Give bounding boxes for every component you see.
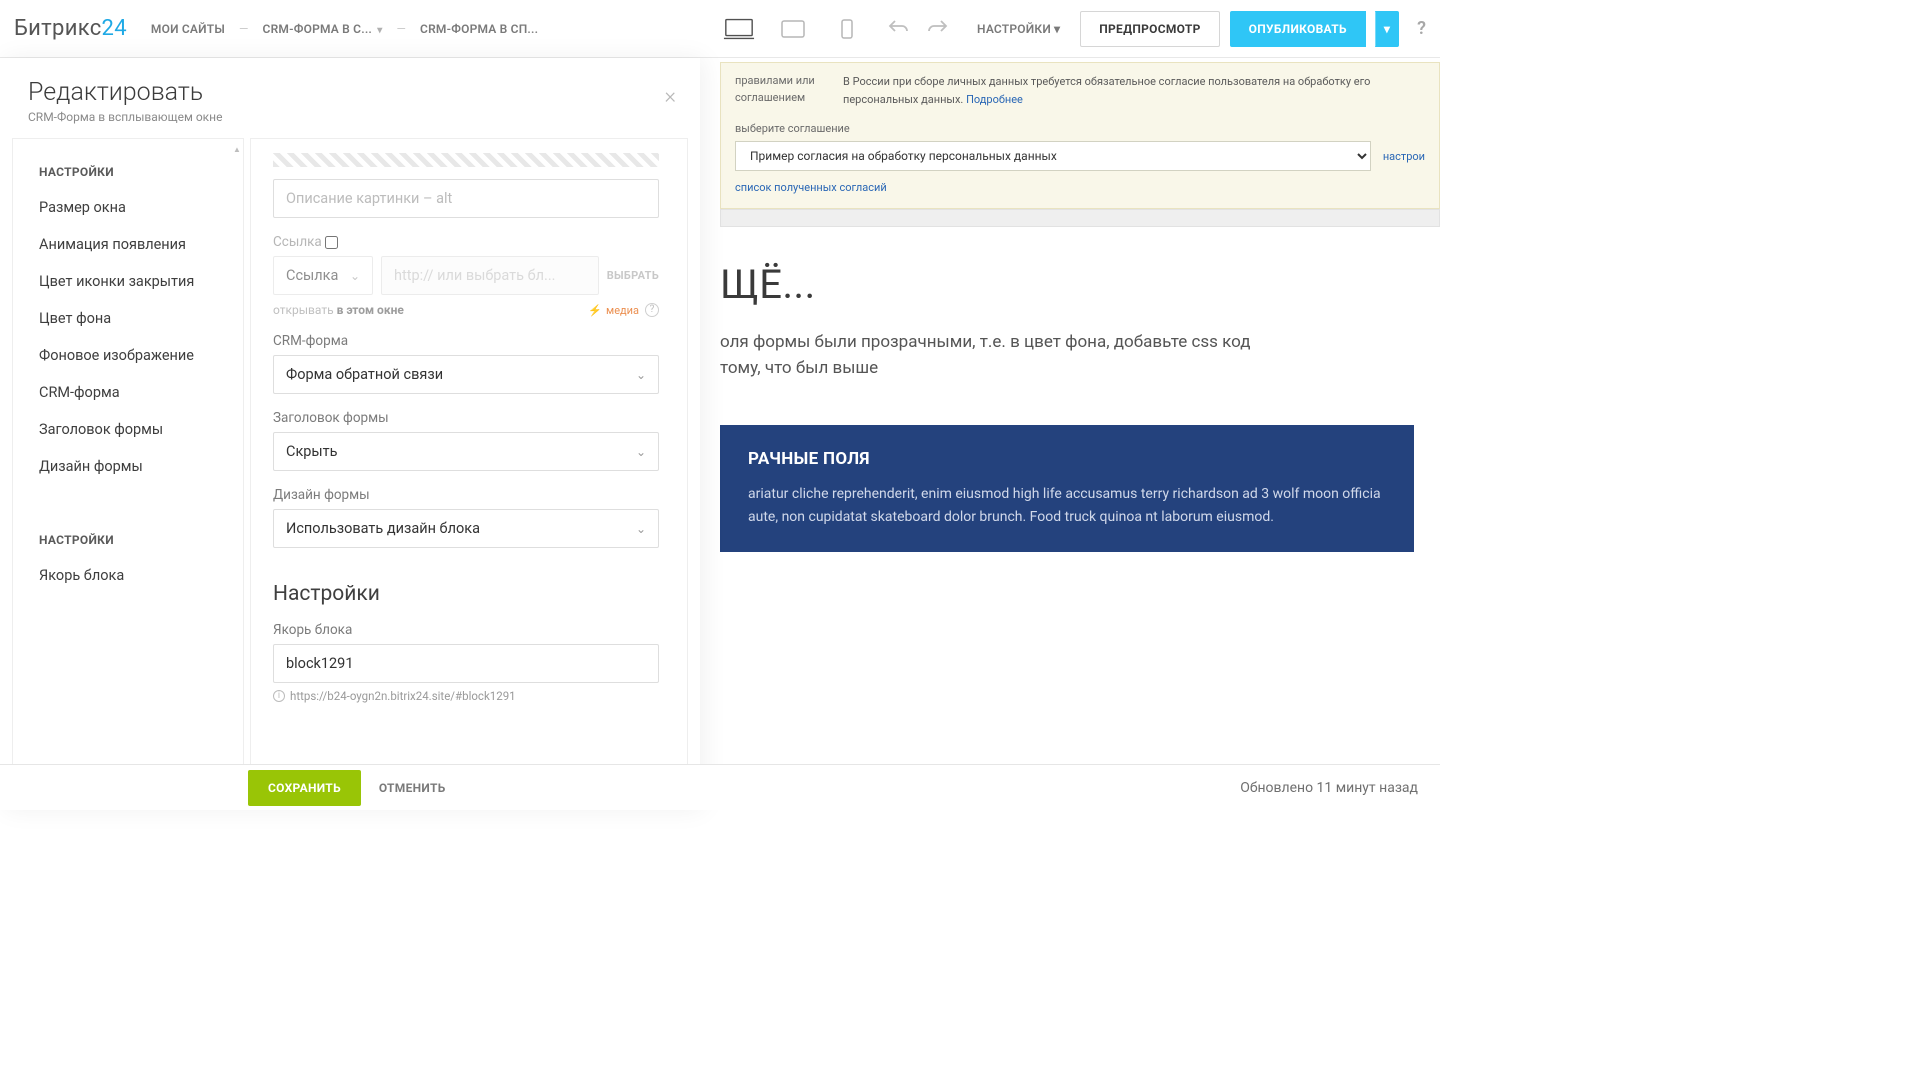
sidemenu-item-formdesign[interactable]: Дизайн формы: [13, 448, 241, 485]
agreement-box: правилами или соглашением В России при с…: [720, 62, 1440, 209]
anchor-input[interactable]: [273, 644, 659, 683]
preview-extra-box: [720, 209, 1440, 227]
preview-button[interactable]: ПРЕДПРОСМОТР: [1080, 11, 1219, 47]
sidemenu-item-bgimage[interactable]: Фоновое изображение: [13, 337, 241, 374]
help-icon[interactable]: ?: [645, 303, 659, 317]
link-checkbox[interactable]: [325, 236, 338, 249]
link-label: Ссылка: [273, 234, 659, 250]
crumb-sep: —: [231, 22, 257, 36]
form-title-select[interactable]: Скрыть⌄: [273, 432, 659, 471]
agreement-select[interactable]: Пример согласия на обработку персональны…: [735, 141, 1371, 171]
save-button[interactable]: СОХРАНИТЬ: [248, 770, 361, 806]
updated-label: Обновлено 11 минут назад: [1240, 780, 1418, 796]
sidemenu-item-windowsize[interactable]: Размер окна: [13, 189, 241, 226]
crumb-sep: —: [388, 22, 414, 36]
link-type-select[interactable]: Ссылка⌄: [273, 256, 373, 295]
agreement-note: В России при сборе личных данных требует…: [843, 73, 1425, 108]
panel-subtitle: CRM-Форма в всплывающем окне: [28, 110, 668, 124]
device-mobile-icon[interactable]: [831, 17, 863, 41]
chevron-down-icon: ⌄: [636, 445, 646, 459]
panel-sidemenu: ▲▼ НАСТРОЙКИ Размер окна Анимация появле…: [12, 138, 244, 810]
panel-form: Ссылка Ссылка⌄ ВЫБРАТЬ открывать в этом …: [250, 138, 688, 810]
close-icon[interactable]: ×: [664, 84, 676, 109]
form-title-label: Заголовок формы: [273, 410, 659, 426]
sidemenu-item-bgcolor[interactable]: Цвет фона: [13, 300, 241, 337]
chevron-down-icon: ⌄: [636, 368, 646, 382]
chevron-down-icon: ⌄: [350, 269, 360, 283]
crumb-crmform1[interactable]: CRM-ФОРМА В С... ▾: [263, 22, 383, 36]
crm-form-label: CRM-форма: [273, 333, 659, 349]
device-switcher: [723, 17, 887, 41]
crm-form-select[interactable]: Форма обратной связи⌄: [273, 355, 659, 394]
agreement-label: правилами или соглашением: [735, 73, 825, 106]
anchor-url-hint: ihttps://b24-oygn2n.bitrix24.site/#block…: [273, 689, 659, 703]
image-placeholder[interactable]: [273, 153, 659, 167]
form-design-select[interactable]: Использовать дизайн блока⌄: [273, 509, 659, 548]
form-design-label: Дизайн формы: [273, 487, 659, 503]
media-tag[interactable]: ⚡медиа: [588, 304, 639, 317]
accordion-text: ariatur cliche reprehenderit, enim eiusm…: [748, 483, 1386, 528]
sidemenu-section-title-2: НАСТРОЙКИ: [13, 509, 241, 557]
chevron-down-icon: ⌄: [636, 522, 646, 536]
logo[interactable]: Битрикс24: [14, 16, 127, 41]
sidemenu-item-closecolor[interactable]: Цвет иконки закрытия: [13, 263, 241, 300]
preview-accordion[interactable]: РАЧНЫЕ ПОЛЯ ariatur cliche reprehenderit…: [720, 425, 1414, 552]
preview-heading: ЩЁ...: [720, 261, 1440, 308]
agreement-list-link[interactable]: список полученных согласий: [735, 181, 1425, 194]
publish-dropdown-button[interactable]: ▾: [1375, 11, 1399, 47]
link-url-input[interactable]: [381, 256, 599, 295]
sidemenu-item-crmform[interactable]: CRM-форма: [13, 374, 241, 411]
redo-icon[interactable]: [927, 17, 949, 41]
chevron-down-icon: ▾: [1054, 22, 1060, 36]
publish-button[interactable]: ОПУБЛИКОВАТЬ: [1230, 11, 1366, 47]
settings-dropdown[interactable]: НАСТРОЙКИ ▾: [977, 22, 1060, 36]
cancel-button[interactable]: ОТМЕНИТЬ: [379, 781, 446, 795]
panel-title: Редактировать: [28, 78, 668, 107]
agreement-config-link[interactable]: настрои: [1383, 150, 1425, 163]
agreement-more-link[interactable]: Подробнее: [966, 93, 1023, 106]
agreement-select-label: выберите соглашение: [735, 122, 1425, 135]
breadcrumb: МОИ САЙТЫ — CRM-ФОРМА В С... ▾ — CRM-ФОР…: [151, 22, 538, 36]
panel-header: Редактировать CRM-Форма в всплывающем ок…: [0, 58, 700, 138]
choose-button[interactable]: ВЫБРАТЬ: [607, 269, 659, 282]
sidemenu-section-title: НАСТРОЙКИ: [13, 141, 241, 189]
help-icon[interactable]: ?: [1417, 18, 1426, 39]
preview-paragraph: оля формы были прозрачными, т.е. в цвет …: [720, 330, 1440, 381]
bottom-bar: СОХРАНИТЬ ОТМЕНИТЬ Обновлено 11 минут на…: [0, 764, 1440, 810]
device-desktop-icon[interactable]: [723, 17, 755, 41]
edit-panel: Редактировать CRM-Форма в всплывающем ок…: [0, 58, 700, 810]
crumb-crmform2[interactable]: CRM-ФОРМА В СП...: [420, 22, 538, 36]
undo-icon[interactable]: [887, 17, 909, 41]
device-tablet-icon[interactable]: [777, 17, 809, 41]
anchor-label: Якорь блока: [273, 622, 659, 638]
topbar: Битрикс24 МОИ САЙТЫ — CRM-ФОРМА В С... ▾…: [0, 0, 1440, 58]
sidemenu-item-formtitle[interactable]: Заголовок формы: [13, 411, 241, 448]
sidemenu-item-anchor[interactable]: Якорь блока: [13, 557, 241, 594]
history-controls: [887, 17, 949, 41]
sidemenu-item-animation[interactable]: Анимация появления: [13, 226, 241, 263]
alt-input[interactable]: [273, 179, 659, 218]
accordion-title: РАЧНЫЕ ПОЛЯ: [748, 449, 1386, 469]
settings-heading: Настройки: [273, 582, 659, 606]
info-icon: i: [273, 690, 285, 702]
top-actions: НАСТРОЙКИ ▾ ПРЕДПРОСМОТР ОПУБЛИКОВАТЬ ▾ …: [977, 11, 1426, 47]
crumb-mysites[interactable]: МОИ САЙТЫ: [151, 22, 225, 36]
